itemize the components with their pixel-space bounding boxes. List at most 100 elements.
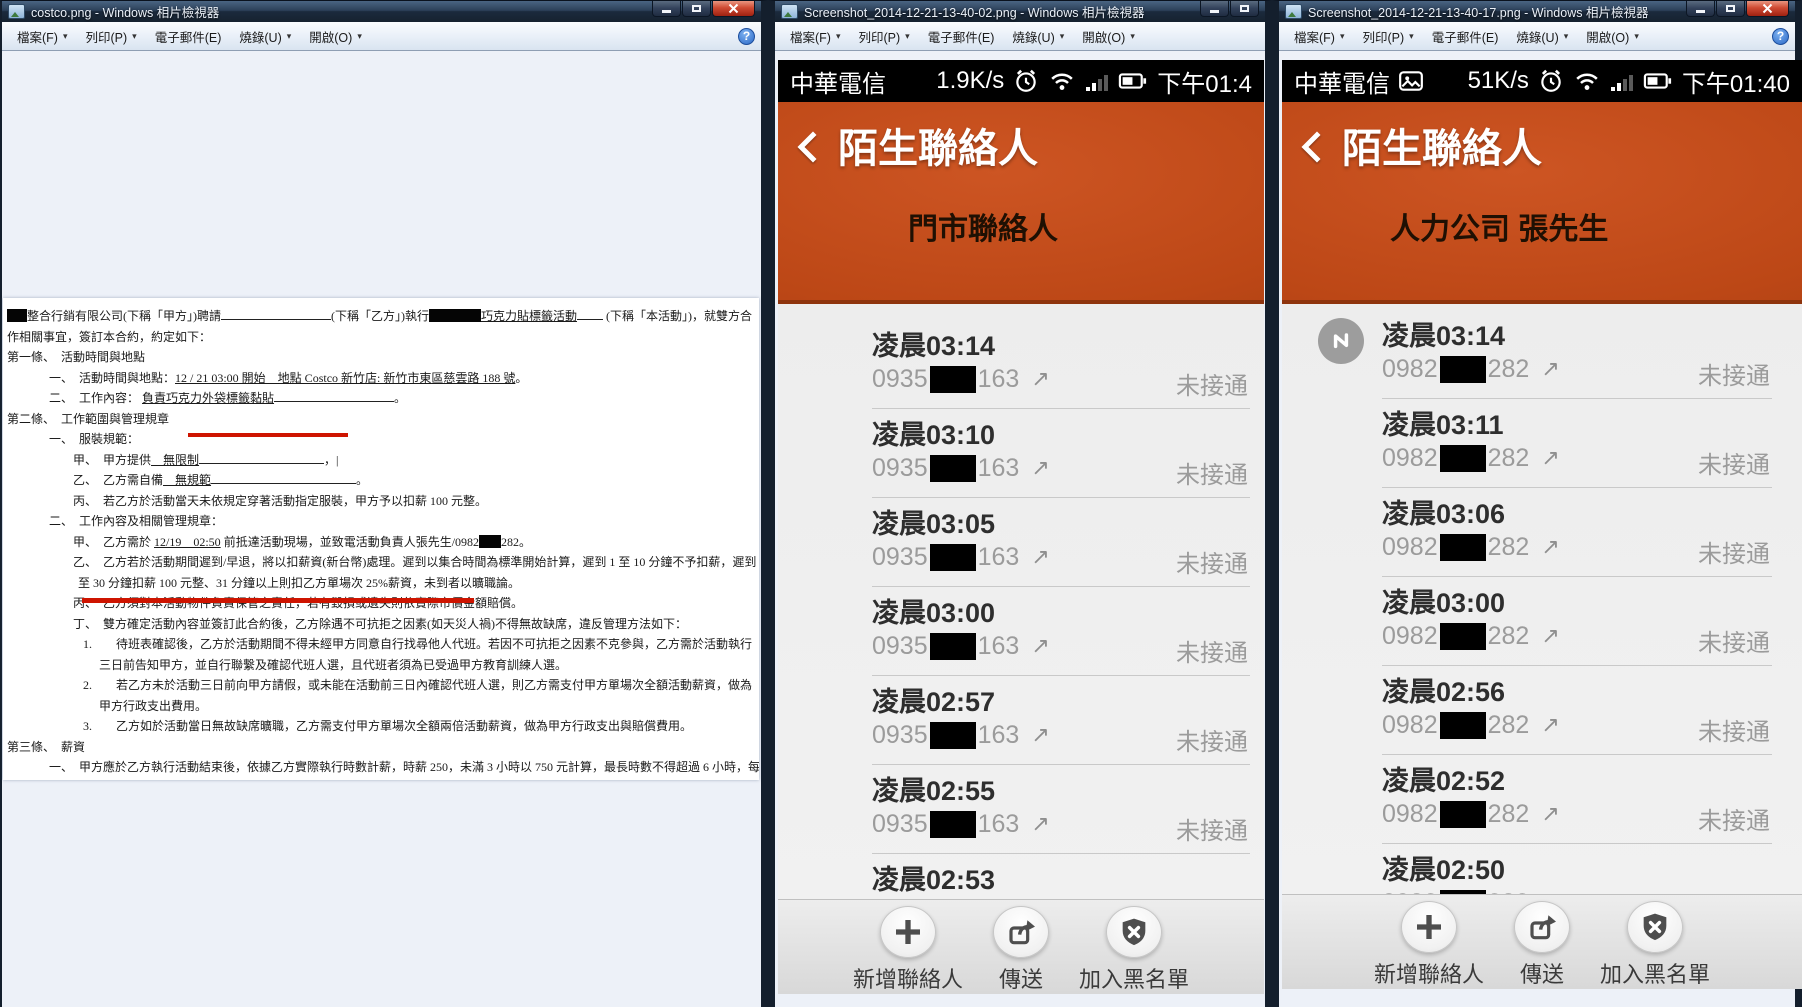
number-prefix: 0982 bbox=[1382, 355, 1438, 383]
maximize-button[interactable] bbox=[1716, 1, 1745, 17]
number-suffix: 163 bbox=[977, 810, 1020, 838]
menu-item[interactable]: 燒錄(U) ▾ bbox=[1507, 23, 1577, 50]
redaction-box bbox=[1439, 800, 1486, 828]
call-log-row[interactable]: 凌晨02:57 0935 163 ↗ 未接通 bbox=[872, 676, 1250, 765]
call-log-row[interactable]: 凌晨03:00 0935 163 ↗ 未接通 bbox=[872, 587, 1250, 676]
add-blacklist-button[interactable] bbox=[1106, 906, 1162, 958]
send-button[interactable] bbox=[993, 906, 1049, 958]
call-time: 凌晨03:00 bbox=[872, 598, 996, 628]
close-icon bbox=[728, 3, 739, 14]
contract-text-line: 1. 待班表確認後，乙方於活動期間不得未經甲方同意自行找尋他人代班。若因不可抗拒… bbox=[83, 637, 753, 651]
menu-item[interactable]: 電子郵件(E) bbox=[146, 23, 231, 50]
phone-screenshot: 中華電信 51K/s 下午01:40 陌生聯絡人 人力公司 張先生 凌晨03:1… bbox=[1282, 60, 1802, 989]
action-label: 傳送 bbox=[1519, 962, 1564, 987]
call-log-row[interactable]: 凌晨03:06 0982 282 ↗ 未接通 bbox=[1382, 488, 1772, 577]
help-button[interactable]: ? bbox=[738, 27, 755, 45]
phone-screenshot: 中華電信 1.9K/s 下午01:4 陌生聯絡人 門市聯絡人 凌晨03:14 09… bbox=[778, 60, 1264, 994]
menu-item[interactable]: 燒錄(U) ▾ bbox=[1003, 23, 1073, 50]
menu-item[interactable]: 電子郵件(E) bbox=[1423, 23, 1508, 50]
contact-group-label: 門市聯絡人 bbox=[908, 213, 1058, 246]
send-button[interactable] bbox=[1514, 901, 1570, 953]
menu-item[interactable]: 檔案(F) ▾ bbox=[781, 23, 850, 50]
call-log-row[interactable]: 凌晨02:530935163↗未接通 bbox=[872, 854, 1250, 899]
menu-item-label: 燒錄(U) bbox=[239, 30, 282, 45]
back-icon[interactable] bbox=[1301, 131, 1333, 163]
call-log-row[interactable]: 凌晨03:14 0982 282 ↗ 未接通 bbox=[1318, 310, 1772, 399]
menu-item-label: 電子郵件(E) bbox=[927, 30, 995, 45]
menu-item-label: 燒錄(U) bbox=[1012, 30, 1055, 45]
number-suffix: 163 bbox=[977, 543, 1020, 571]
maximize-button[interactable] bbox=[1230, 1, 1259, 17]
call-log-row[interactable]: 凌晨02:500982282↗未接通 bbox=[1382, 844, 1772, 894]
status-icons: 51K/s 下午01:40 bbox=[1468, 64, 1790, 99]
call-time: 凌晨03:06 bbox=[1382, 499, 1506, 529]
send-action: 傳送 bbox=[993, 906, 1049, 994]
call-log-row[interactable]: 凌晨02:56 0982 282 ↗ 未接通 bbox=[1382, 666, 1772, 755]
number-prefix: 0982 bbox=[1382, 800, 1438, 828]
alarm-clock-icon bbox=[1016, 69, 1037, 92]
chevron-down-icon: ▾ bbox=[286, 30, 292, 41]
add-blacklist-button[interactable] bbox=[1627, 901, 1683, 953]
window-controls bbox=[1685, 1, 1789, 17]
menu-item[interactable]: 開啟(O) ▾ bbox=[300, 23, 371, 50]
minimize-button[interactable] bbox=[652, 1, 681, 17]
blank-underline bbox=[211, 470, 357, 484]
contract-text-line: 至 30 分鐘扣薪 100 元整、31 分鐘以上則扣乙方單場次 25%薪資，未到… bbox=[78, 575, 520, 590]
minimize-button[interactable] bbox=[1686, 1, 1715, 17]
menu-item[interactable]: 檔案(F) ▾ bbox=[1285, 23, 1354, 50]
outgoing-call-icon: ↗ bbox=[1541, 445, 1560, 470]
call-log-row[interactable]: 凌晨02:52 0982 282 ↗ 未接通 bbox=[1382, 755, 1772, 844]
menu-item[interactable]: 燒錄(U) ▾ bbox=[230, 23, 300, 50]
menu-item[interactable]: 電子郵件(E) bbox=[919, 23, 1004, 50]
call-log-row[interactable]: 凌晨03:11 0982 282 ↗ 未接通 bbox=[1382, 399, 1772, 488]
menu-item[interactable]: 列印(P) ▾ bbox=[850, 23, 919, 50]
call-log-row[interactable]: 凌晨03:00 0982 282 ↗ 未接通 bbox=[1382, 577, 1772, 666]
contract-text-line: 甲、 乙方需於 12/19 02:50 前抵達活動現場，並致電活動負責人張先生/… bbox=[73, 534, 532, 549]
menu-item[interactable]: 列印(P) ▾ bbox=[77, 23, 146, 50]
outgoing-call-icon: ↗ bbox=[1031, 811, 1050, 836]
number-prefix: 0982 bbox=[1382, 533, 1438, 561]
add-contact-button[interactable] bbox=[879, 906, 936, 958]
alarm-clock-icon bbox=[1541, 69, 1561, 92]
call-time: 凌晨02:50 bbox=[1382, 855, 1506, 885]
chevron-down-icon: ▾ bbox=[905, 30, 910, 41]
menu-item[interactable]: 檔案(F) ▾ bbox=[8, 23, 77, 50]
back-icon[interactable] bbox=[797, 131, 829, 163]
menu-item[interactable]: 列印(P) ▾ bbox=[1354, 23, 1423, 50]
maximize-button[interactable] bbox=[682, 1, 711, 17]
call-time: 凌晨03:05 bbox=[872, 509, 996, 539]
app-header: 陌生聯絡人 門市聯絡人 bbox=[778, 102, 1264, 304]
chevron-down-icon: ▾ bbox=[1059, 30, 1065, 41]
redaction-box bbox=[429, 309, 481, 322]
number-suffix: 282 bbox=[1487, 355, 1530, 383]
number-prefix: 0982 bbox=[1382, 622, 1438, 650]
photo-canvas: 整合行銷有限公司(下稱「甲方」)聘請 (下稱「乙方」)執行 巧克力貼標籤活動 (下稱… bbox=[2, 51, 761, 1007]
title-bar: Screenshot_2014-12-21-13-40-02.png - Win… bbox=[775, 1, 1265, 22]
add-contact-button[interactable] bbox=[1400, 901, 1457, 953]
number-prefix: 0982 bbox=[1382, 444, 1438, 472]
call-status: 未接通 bbox=[1176, 462, 1248, 489]
call-status: 未接通 bbox=[1698, 363, 1770, 390]
menu-item[interactable]: 開啟(O) ▾ bbox=[1577, 23, 1648, 50]
contract-text-line: 丙、 乙方須對本活動物件負責保管之責任，若有毀損或遺失則依實際市價金額賠償。 bbox=[73, 596, 524, 610]
contract-text-line: 2. 若乙方未於活動三日前向甲方請假，或未能在活動前三日內確認代班人選，則乙方需… bbox=[83, 678, 753, 692]
redaction-box bbox=[929, 810, 976, 838]
call-time: 凌晨02:57 bbox=[872, 687, 996, 717]
help-button[interactable]: ? bbox=[1772, 27, 1789, 45]
call-log-row[interactable]: 凌晨02:55 0935 163 ↗ 未接通 bbox=[872, 765, 1250, 854]
contract-text-line: 乙、 乙方需自備 無規範。 bbox=[3, 470, 759, 491]
call-log-row[interactable]: 凌晨03:05 0935 163 ↗ 未接通 bbox=[872, 498, 1250, 587]
menu-item-label: 列印(P) bbox=[85, 30, 128, 45]
menu-item[interactable]: 開啟(O) ▾ bbox=[1073, 23, 1144, 50]
call-log-row[interactable]: 凌晨03:14 0935 163 ↗ 未接通 bbox=[872, 320, 1250, 409]
bottom-action-bar: 新增聯絡人 傳送 加入黑名單 bbox=[778, 899, 1264, 994]
close-button[interactable] bbox=[712, 1, 755, 17]
call-status: 未接通 bbox=[1698, 630, 1770, 657]
menu-item-label: 開啟(O) bbox=[1586, 30, 1630, 45]
battery-icon bbox=[1643, 73, 1672, 89]
close-button[interactable] bbox=[1746, 1, 1789, 17]
minimize-button[interactable] bbox=[1200, 1, 1229, 17]
page-title: 陌生聯絡人 bbox=[838, 127, 1038, 171]
call-log-row[interactable]: 凌晨03:10 0935 163 ↗ 未接通 bbox=[872, 409, 1250, 498]
add-contact-action: 新增聯絡人 bbox=[1374, 901, 1484, 989]
